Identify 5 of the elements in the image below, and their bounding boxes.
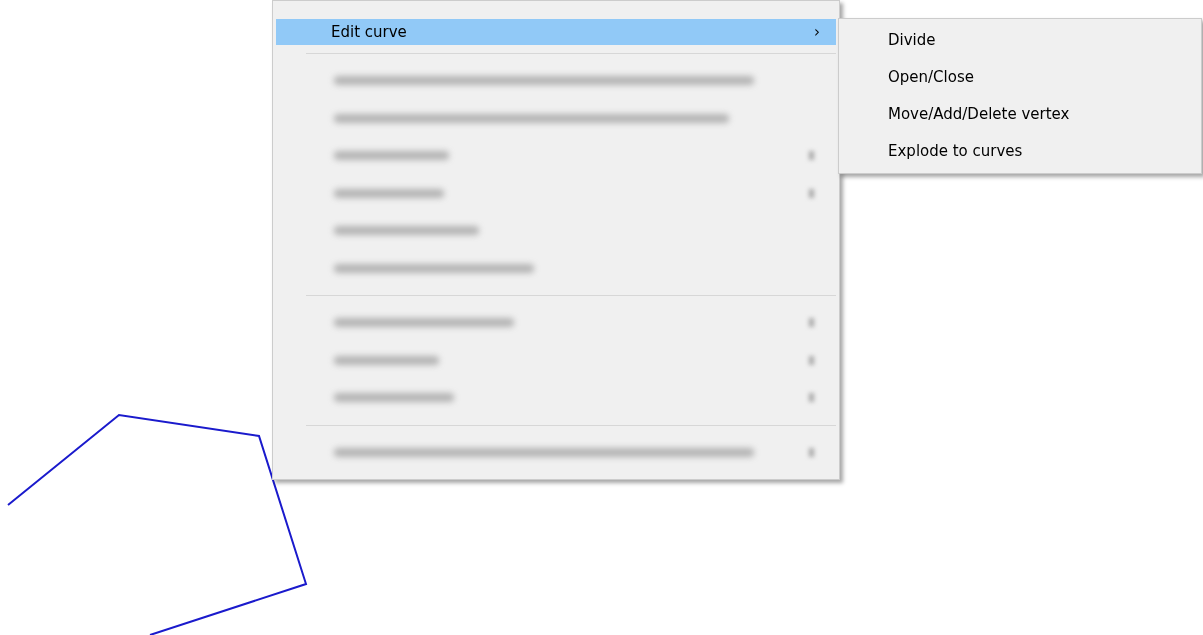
menu-item[interactable]: Divide	[839, 22, 1201, 59]
menu-item[interactable]: Explode to curves	[839, 133, 1201, 170]
menu-item[interactable]: Edit curve ›	[276, 19, 836, 45]
menu-item[interactable]: Move/Add/Delete vertex	[839, 96, 1201, 133]
menu-item[interactable]: Open/Close	[839, 59, 1201, 96]
